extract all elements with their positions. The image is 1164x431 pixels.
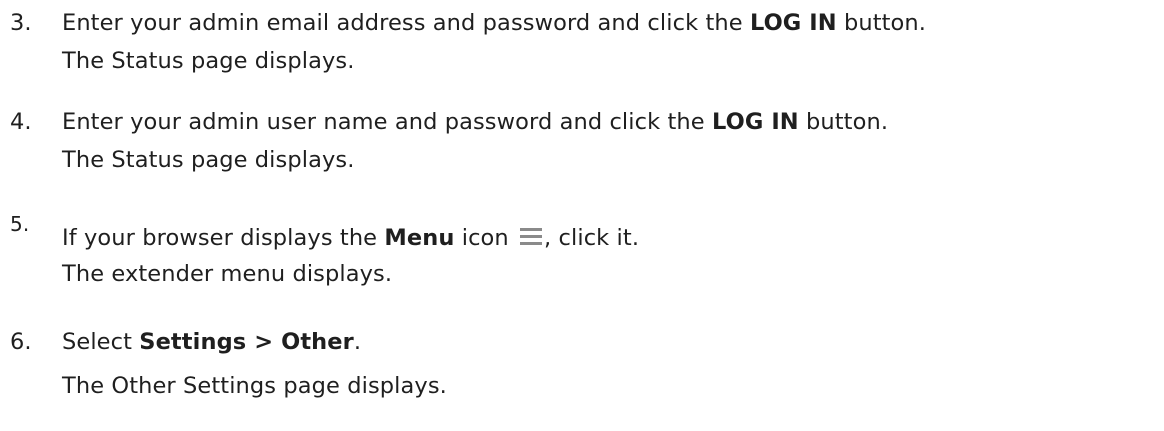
step-text: Enter your admin email address and passw…: [62, 8, 926, 38]
settings-other-path: Settings > Other: [139, 329, 354, 355]
step-text-part: Select: [62, 329, 140, 355]
log-in-button-label: LOG IN: [711, 109, 799, 135]
step-text-part: button.: [836, 10, 927, 36]
step-text-part: If your browser displays the: [62, 225, 385, 251]
step-text-part: , click it.: [544, 225, 640, 251]
step-number: 5.: [10, 212, 30, 236]
log-in-button-label: LOG IN: [749, 10, 837, 36]
menu-label: Menu: [384, 225, 455, 251]
step-text-part: .: [353, 329, 362, 355]
step-result: The Status page displays.: [62, 48, 355, 74]
step-number: 3.: [10, 10, 32, 36]
step-text-part: Enter your admin email address and passw…: [62, 10, 750, 36]
step-result: The Other Settings page displays.: [62, 373, 447, 399]
step-text: Enter your admin user name and password …: [62, 107, 888, 137]
step-text-part: Enter your admin user name and password …: [62, 109, 712, 135]
step-number: 4.: [10, 109, 32, 135]
step-text: Select Settings > Other.: [62, 327, 361, 357]
menu-icon: [520, 225, 543, 247]
step-text-part: button.: [798, 109, 889, 135]
step-text: If your browser displays the Menu icon ,…: [62, 223, 639, 253]
step-result: The extender menu displays.: [62, 261, 393, 287]
step-text-part: icon: [454, 225, 517, 251]
step-number: 6.: [10, 329, 32, 355]
step-result: The Status page displays.: [62, 147, 355, 173]
